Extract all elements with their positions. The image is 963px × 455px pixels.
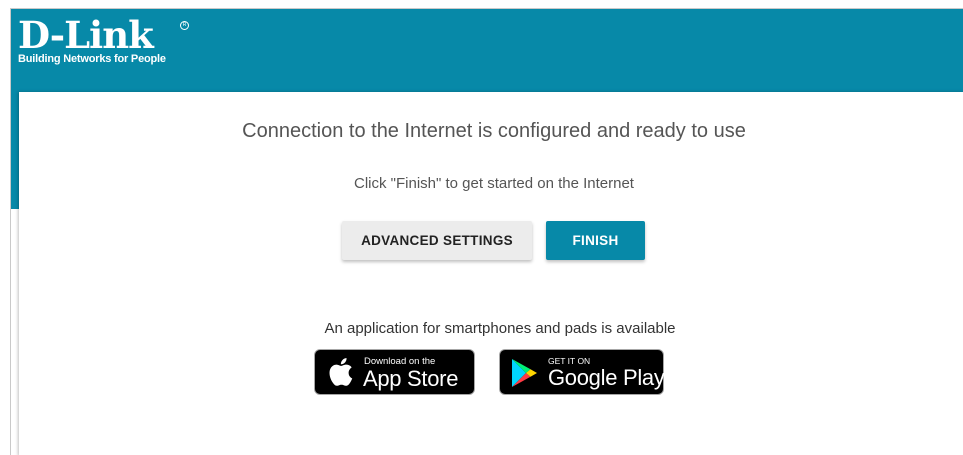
page-subtitle: Click "Finish" to get started on the Int… <box>354 175 634 192</box>
app-store-big-text: App Store <box>363 366 459 391</box>
app-store-badge[interactable]: Download on the App Store <box>314 349 475 395</box>
browser-viewport: D-Link R Building Networks for People Co… <box>10 8 963 455</box>
finish-button[interactable]: FINISH <box>546 221 645 260</box>
wizard-card: Connection to the Internet is configured… <box>19 92 963 455</box>
apple-icon <box>327 357 353 392</box>
google-play-icon <box>511 358 539 393</box>
page-title: Connection to the Internet is configured… <box>242 120 746 142</box>
google-play-badge[interactable]: GET IT ON Google Play <box>499 349 665 395</box>
advanced-settings-button[interactable]: ADVANCED SETTINGS <box>342 221 532 260</box>
app-availability-text: An application for smartphones and pads … <box>324 320 676 337</box>
logo-tagline: Building Networks for People <box>18 53 166 65</box>
dlink-logo[interactable]: D-Link R Building Networks for People <box>18 13 189 65</box>
google-play-big-text: Google Play <box>548 365 665 390</box>
logo-wordmark: D-Link <box>18 13 154 57</box>
trademark-icon: R <box>180 21 189 30</box>
